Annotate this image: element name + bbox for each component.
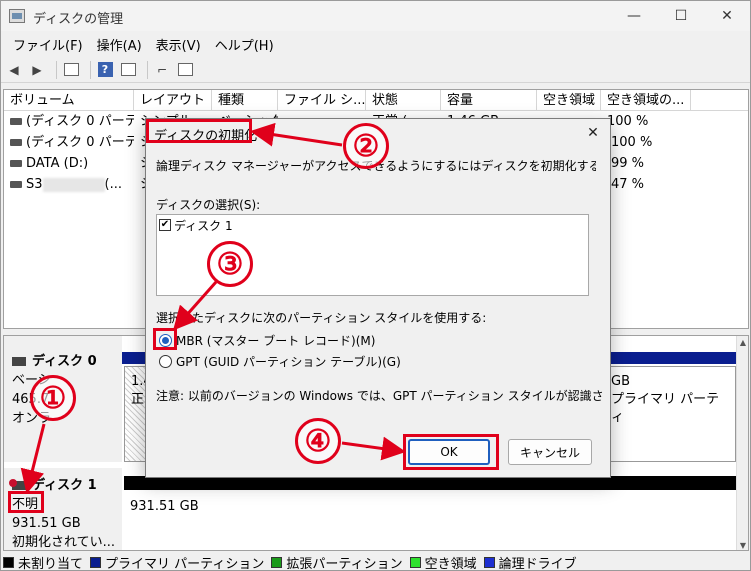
console-tree-icon[interactable] bbox=[62, 61, 80, 79]
properties-icon[interactable] bbox=[119, 61, 137, 79]
disk0-partition-last[interactable]: GB プライマリ パーティ bbox=[604, 366, 736, 462]
legend-item: プライマリ パーティション bbox=[90, 553, 264, 571]
disk1-status: 初期化されてい... bbox=[12, 535, 116, 550]
highlight-mbr-radio bbox=[153, 328, 177, 350]
radio-gpt[interactable] bbox=[159, 354, 172, 368]
scroll-up-icon[interactable]: ▲ bbox=[740, 338, 746, 347]
toolbar-separator bbox=[90, 60, 91, 79]
disk1-size: 931.51 GB bbox=[12, 516, 81, 531]
column-status[interactable]: 状態 bbox=[366, 90, 441, 111]
volume-list-header: ボリューム レイアウト 種類 ファイル シ... 状態 容量 空き領域 空き領域… bbox=[4, 90, 748, 111]
maximize-button[interactable]: ☐ bbox=[658, 1, 704, 31]
radio-gpt-label: GPT (GUID パーティション テーブル)(G) bbox=[176, 354, 401, 369]
radio-gpt-option[interactable]: GPT (GUID パーティション テーブル)(G) bbox=[159, 352, 401, 370]
volume-name: (ディスク 0 パーテ... bbox=[26, 114, 134, 129]
scroll-down-icon[interactable]: ▼ bbox=[740, 541, 746, 550]
legend-item: 拡張パーティション bbox=[271, 553, 403, 571]
volume-free-percent: 100 % bbox=[611, 135, 653, 150]
toolbar-separator bbox=[56, 60, 57, 79]
forward-arrow-icon[interactable]: ▶ bbox=[28, 61, 46, 79]
drive-icon bbox=[10, 181, 22, 188]
legend-swatch bbox=[90, 556, 102, 568]
partition-state: プライマリ パーティ bbox=[611, 392, 720, 425]
disk1-unallocated-bar bbox=[124, 476, 748, 490]
window-title: ディスクの管理 bbox=[33, 12, 124, 27]
volume-name-tail: (... bbox=[104, 177, 122, 192]
partition-size: GB bbox=[611, 374, 630, 389]
menu-action[interactable]: 操作(A) bbox=[91, 33, 148, 56]
volume-free-percent: 100 % bbox=[607, 114, 649, 129]
callout-1: ① bbox=[30, 375, 76, 421]
column-volume[interactable]: ボリューム bbox=[4, 90, 134, 111]
disk-list-item-label: ディスク 1 bbox=[174, 218, 233, 233]
volume-name: (ディスク 0 パーテ... bbox=[26, 135, 134, 150]
legend-swatch bbox=[483, 556, 495, 568]
radio-mbr-label: MBR (マスター ブート レコード)(M) bbox=[176, 333, 376, 348]
unallocated-size: 931.51 GB bbox=[130, 499, 199, 514]
legend-label: 未割り当て bbox=[18, 556, 84, 571]
settings-list-icon[interactable] bbox=[176, 61, 194, 79]
drive-icon bbox=[10, 139, 22, 146]
dialog-close-icon[interactable]: ✕ bbox=[582, 122, 604, 144]
connect-icon[interactable]: ⌐ bbox=[153, 61, 171, 79]
initialize-disk-dialog: ディスクの初期化 ✕ 論理ディスク マネージャーがアクセスできるようにするにはデ… bbox=[145, 118, 611, 478]
volume-name: S3 bbox=[26, 177, 43, 192]
disk-view-scrollbar[interactable]: ▲ ▼ bbox=[736, 336, 748, 550]
legend-item: 未割り当て bbox=[3, 553, 83, 571]
partition-style-label: 選択したディスクに次のパーティション スタイルを使用する: bbox=[156, 311, 487, 325]
volume-free-percent: 47 % bbox=[611, 177, 645, 192]
minimize-button[interactable]: — bbox=[611, 1, 657, 31]
callout-2: ② bbox=[343, 123, 389, 169]
redacted-label bbox=[42, 177, 105, 192]
column-capacity[interactable]: 容量 bbox=[441, 90, 537, 111]
column-free-space[interactable]: 空き領域 bbox=[537, 90, 601, 111]
cancel-button[interactable]: キャンセル bbox=[508, 439, 592, 465]
column-layout[interactable]: レイアウト bbox=[134, 90, 212, 111]
legend-label: プライマリ パーティション bbox=[105, 556, 265, 571]
legend-label: 空き領域 bbox=[424, 556, 477, 571]
disk-icon bbox=[12, 357, 26, 366]
volume-free-percent: 99 % bbox=[611, 156, 645, 171]
legend-swatch bbox=[409, 556, 421, 568]
disk-list-item[interactable]: ✔ ディスク 1 bbox=[159, 217, 233, 233]
column-type[interactable]: 種類 bbox=[212, 90, 278, 111]
legend-swatch bbox=[271, 556, 283, 568]
column-free-percent[interactable]: 空き領域の... bbox=[601, 90, 691, 111]
menu-file[interactable]: ファイル(F) bbox=[7, 33, 89, 56]
drive-icon bbox=[10, 118, 22, 125]
close-window-button[interactable]: ✕ bbox=[704, 1, 750, 31]
disk-select-label: ディスクの選択(S): bbox=[156, 198, 261, 212]
callout-4: ④ bbox=[295, 418, 341, 464]
highlight-ok-button bbox=[403, 434, 499, 470]
legend-item: 空き領域 bbox=[409, 553, 477, 571]
menu-bar: ファイル(F) 操作(A) 表示(V) ヘルプ(H) bbox=[1, 33, 750, 55]
column-filesystem[interactable]: ファイル シ... bbox=[278, 90, 366, 111]
menu-view[interactable]: 表示(V) bbox=[150, 33, 207, 56]
back-arrow-icon[interactable]: ◀ bbox=[5, 61, 23, 79]
legend: 未割り当て プライマリ パーティション 拡張パーティション 空き領域 論理ドライ… bbox=[3, 553, 749, 571]
dialog-note: 注意: 以前のバージョンの Windows では、GPT パーティション スタイ… bbox=[156, 389, 604, 403]
toolbar-separator bbox=[147, 60, 148, 79]
disk-error-icon bbox=[9, 479, 26, 490]
disk-management-app-icon bbox=[9, 9, 25, 23]
callout-3: ③ bbox=[207, 241, 253, 287]
highlight-dialog-title bbox=[146, 119, 252, 143]
toolbar: ◀ ▶ ? ⌐ bbox=[1, 57, 750, 83]
highlight-unknown-status bbox=[8, 491, 44, 513]
drive-icon bbox=[10, 160, 22, 167]
disk0-name: ディスク 0 bbox=[32, 354, 97, 369]
help-icon[interactable]: ? bbox=[96, 61, 114, 79]
disk1-unallocated-block[interactable]: 931.51 GB bbox=[124, 492, 748, 550]
legend-label: 拡張パーティション bbox=[286, 556, 403, 571]
radio-mbr-option[interactable]: MBR (マスター ブート レコード)(M) bbox=[159, 331, 375, 349]
volume-name: DATA (D:) bbox=[26, 156, 89, 171]
disk-checkbox[interactable]: ✔ bbox=[159, 219, 171, 231]
legend-label: 論理ドライブ bbox=[498, 556, 577, 571]
legend-swatch bbox=[3, 556, 14, 568]
menu-help[interactable]: ヘルプ(H) bbox=[209, 33, 280, 56]
legend-item: 論理ドライブ bbox=[483, 553, 577, 571]
title-bar: ディスクの管理 — ☐ ✕ bbox=[1, 1, 750, 31]
